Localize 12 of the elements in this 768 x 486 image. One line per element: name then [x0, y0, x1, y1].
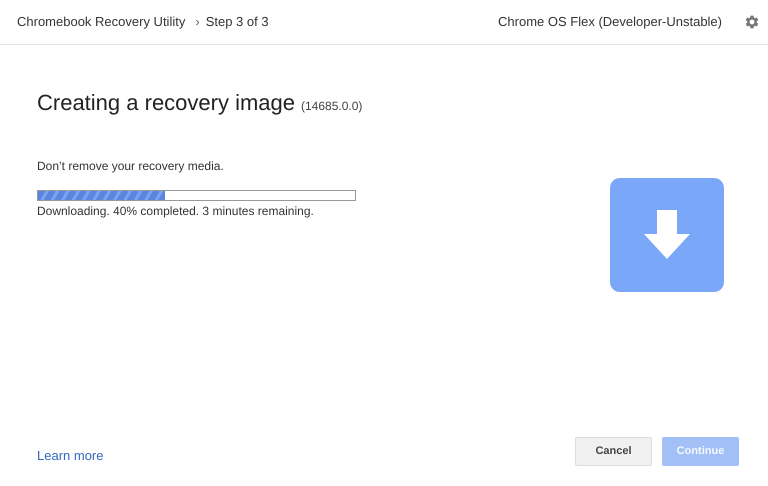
step-label: Step 3 of 3 [206, 13, 269, 32]
cancel-button[interactable]: Cancel [575, 437, 652, 466]
version-label: (14685.0.0) [301, 98, 362, 115]
settings-icon[interactable] [744, 14, 760, 30]
download-icon [610, 178, 724, 292]
progress-status: Downloading. 40% completed. 3 minutes remaining. [37, 203, 315, 220]
instruction-text: Don’t remove your recovery media. [37, 158, 225, 175]
app-title: Chromebook Recovery Utility [17, 13, 186, 32]
learn-more-link[interactable]: Learn more [37, 446, 104, 466]
breadcrumb-separator: › [195, 13, 200, 32]
page-title: Creating a recovery image [37, 89, 296, 117]
product-name: Chrome OS Flex (Developer-Unstable) [498, 13, 722, 32]
